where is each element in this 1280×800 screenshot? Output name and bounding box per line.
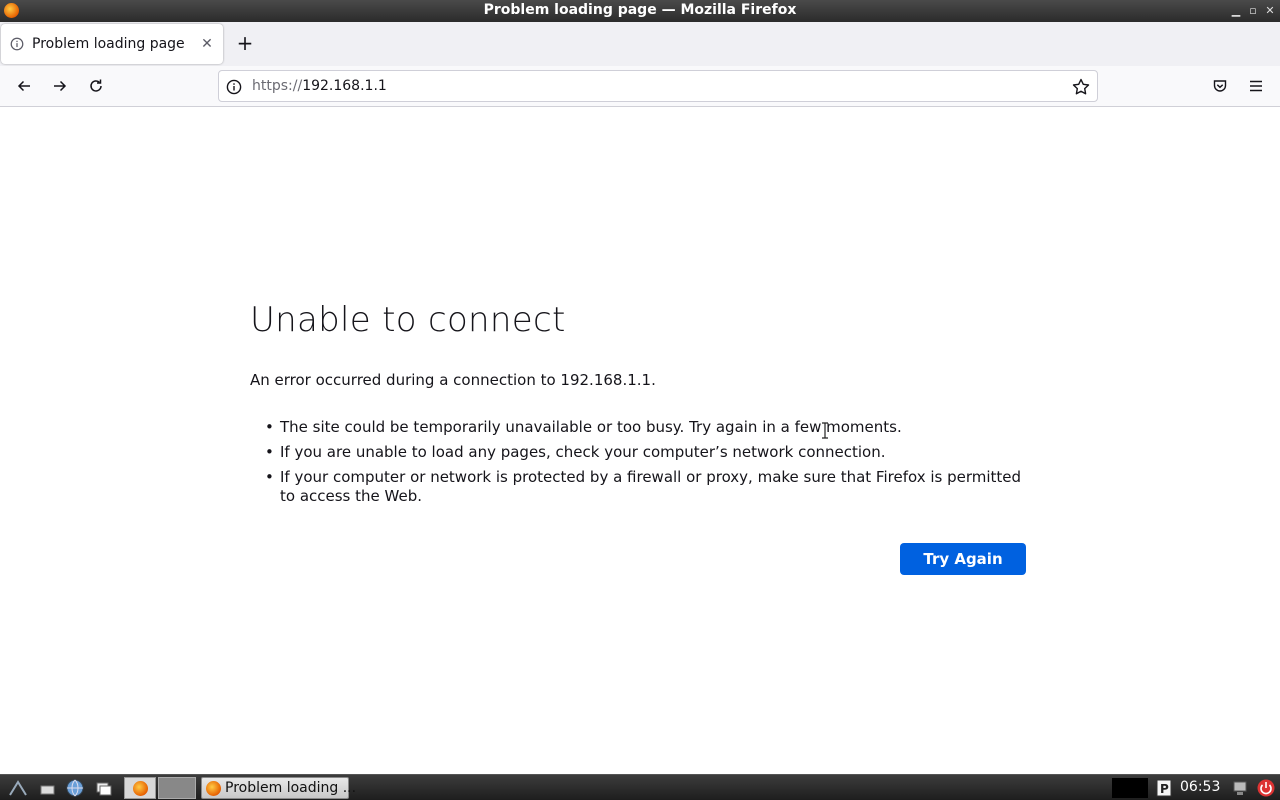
close-icon[interactable]: ✕: [1262, 0, 1278, 21]
tray-area: [1112, 778, 1148, 798]
web-browser-icon[interactable]: [65, 778, 85, 798]
pocket-icon: [1213, 80, 1227, 92]
pocket-button[interactable]: [1209, 75, 1231, 97]
minimize-icon[interactable]: ▁: [1228, 0, 1244, 21]
firefox-icon: [133, 781, 148, 796]
app-menu-button[interactable]: [1245, 75, 1267, 97]
forward-button[interactable]: [49, 75, 71, 97]
firefox-launcher[interactable]: [124, 777, 156, 799]
clock: 06:53: [1180, 779, 1221, 795]
svg-text:P: P: [1160, 782, 1169, 796]
error-suggestions-list: The site could be temporarily unavailabl…: [265, 418, 1040, 512]
tab-label: Problem loading page: [32, 36, 185, 52]
taskbar-window-button[interactable]: Problem loading ...: [201, 777, 356, 799]
page-content: Unable to connect An error occurred duri…: [0, 107, 1280, 774]
forward-arrow-icon: [54, 80, 67, 92]
power-icon[interactable]: [1256, 778, 1276, 798]
url-text[interactable]: https://192.168.1.1: [252, 78, 387, 94]
reload-button[interactable]: [85, 75, 107, 97]
list-item: If your computer or network is protected…: [265, 468, 1040, 506]
info-icon: [10, 37, 24, 51]
url-host: 192.168.1.1: [302, 78, 387, 94]
star-icon[interactable]: [1071, 77, 1091, 97]
firefox-app-icon[interactable]: [4, 3, 19, 18]
back-button[interactable]: [13, 75, 35, 97]
tab-strip: Problem loading page ✕ +: [0, 22, 1280, 66]
network-icon[interactable]: [1230, 778, 1250, 798]
desktop-pager[interactable]: [158, 777, 196, 799]
firefox-icon: [206, 781, 221, 796]
error-description: An error occurred during a connection to…: [250, 371, 656, 389]
error-title: Unable to connect: [250, 300, 566, 340]
file-manager-icon[interactable]: [38, 778, 58, 798]
new-tab-button[interactable]: +: [234, 32, 256, 54]
tab-close-icon[interactable]: ✕: [200, 35, 214, 53]
text-cursor-icon: [822, 422, 828, 439]
taskbar-window-label: Problem loading ...: [225, 780, 357, 796]
navigation-toolbar: https://192.168.1.1: [0, 66, 1280, 107]
taskbar: Problem loading ... P 06:53: [0, 774, 1280, 800]
reload-icon: [90, 79, 102, 92]
window-title: Problem loading page — Mozilla Firefox: [483, 2, 797, 18]
tab-problem-loading-page[interactable]: Problem loading page ✕: [1, 24, 223, 64]
site-info-icon[interactable]: [226, 79, 242, 95]
try-again-button[interactable]: Try Again: [900, 543, 1026, 575]
maximize-icon[interactable]: ▫: [1245, 0, 1261, 21]
list-item: If you are unable to load any pages, che…: [265, 443, 1040, 462]
window-titlebar[interactable]: Problem loading page — Mozilla Firefox ▁…: [0, 0, 1280, 22]
back-arrow-icon: [17, 80, 30, 92]
hamburger-menu-icon: [1250, 80, 1262, 92]
window-list-icon[interactable]: [94, 778, 114, 798]
pager-icon[interactable]: P: [1154, 778, 1174, 798]
start-menu-icon[interactable]: [8, 778, 28, 798]
url-bar[interactable]: https://192.168.1.1: [218, 70, 1098, 102]
list-item: The site could be temporarily unavailabl…: [265, 418, 1040, 437]
url-scheme: https://: [252, 78, 303, 94]
